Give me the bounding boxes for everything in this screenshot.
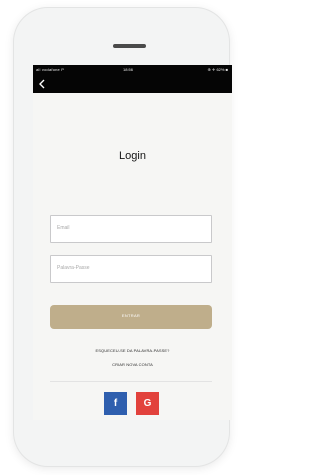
login-button-label: ENTRAR [121, 313, 141, 318]
facebook-icon: f [113, 398, 118, 409]
google-icon: G [143, 398, 152, 409]
page-title: Login [119, 150, 146, 162]
back-icon[interactable] [37, 79, 47, 89]
divider [50, 381, 212, 382]
google-login-button[interactable]: G [136, 392, 159, 415]
password-placeholder: Palavra-Passe [57, 265, 90, 271]
forgot-password-link[interactable]: ESQUECEU-SE DA PALAVRA-PASSE? [33, 348, 232, 353]
status-bar: all vodafone P 18:56 ⊕ ✈ 62% ■ [33, 65, 232, 93]
create-account-link[interactable]: CRIAR NOVA CONTA [33, 362, 232, 367]
speaker-grille [113, 44, 146, 48]
clock: 18:56 [123, 67, 134, 72]
email-placeholder: Email [57, 225, 70, 231]
status-icons: ⊕ ✈ 62% ■ [207, 67, 228, 72]
password-field[interactable]: Palavra-Passe [50, 255, 212, 283]
carrier-label: all vodafone P [36, 67, 65, 72]
email-field[interactable]: Email [50, 215, 212, 243]
app-screen: all vodafone P 18:56 ⊕ ✈ 62% ■ Login Ema… [33, 65, 232, 420]
facebook-login-button[interactable]: f [104, 392, 127, 415]
login-button[interactable]: ENTRAR [50, 305, 212, 329]
